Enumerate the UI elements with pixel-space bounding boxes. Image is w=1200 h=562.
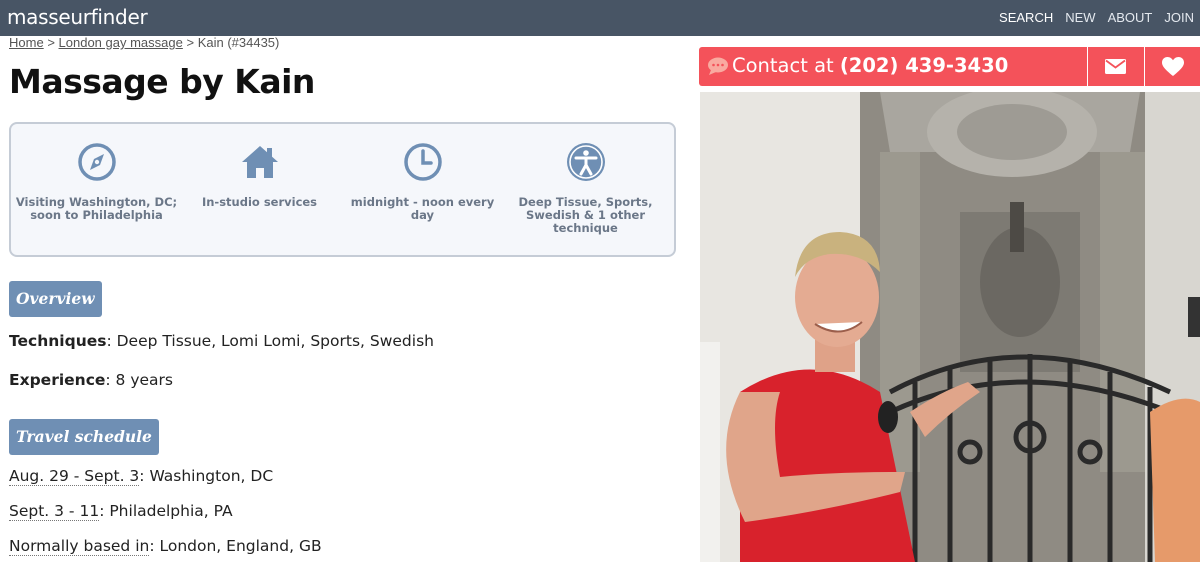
house-icon — [241, 146, 278, 178]
breadcrumb-current: Kain (#34435) — [197, 35, 280, 50]
top-bar: masseurfinder SEARCH NEW ABOUT JOIN — [0, 0, 1200, 36]
contact-phone-button[interactable]: Contact at (202) 439-3430 — [699, 47, 1087, 86]
accessibility-icon — [566, 143, 605, 181]
travel-dates: Aug. 29 - Sept. 3 — [9, 467, 140, 486]
travel-dates: Sept. 3 - 11 — [9, 502, 100, 521]
techniques-label: Techniques — [9, 332, 107, 350]
travel-item: Aug. 29 - Sept. 3: Washington, DC — [9, 467, 274, 486]
page-title: Massage by Kain — [9, 62, 315, 101]
breadcrumb-separator: > — [186, 35, 195, 50]
experience-label: Experience — [9, 371, 106, 389]
contact-bar: Contact at (202) 439-3430 — [699, 47, 1200, 86]
clock-icon — [403, 143, 442, 181]
breadcrumb: Home > London gay massage > Kain (#34435… — [9, 35, 279, 50]
techniques-value: : Deep Tissue, Lomi Lomi, Sports, Swedis… — [106, 332, 434, 350]
feature-studio: In-studio services — [177, 142, 342, 209]
feature-location: Visiting Washington, DC; soon to Philade… — [14, 142, 179, 222]
email-button[interactable] — [1087, 47, 1143, 86]
contact-prefix: Contact at — [732, 54, 834, 77]
site-logo[interactable]: masseurfinder — [7, 5, 148, 29]
contact-phone: (202) 439-3430 — [839, 54, 1009, 77]
nav-search[interactable]: SEARCH — [999, 10, 1053, 25]
heart-icon — [1161, 56, 1184, 76]
feature-studio-text: In-studio services — [201, 195, 318, 209]
favorite-button[interactable] — [1144, 47, 1200, 86]
profile-photo[interactable] — [700, 92, 1200, 562]
compass-icon — [77, 143, 116, 181]
breadcrumb-category-link[interactable]: London gay massage — [59, 35, 183, 50]
feature-location-text: Visiting Washington, DC; soon to Philade… — [15, 195, 178, 222]
feature-hours-text: midnight - noon every day — [350, 195, 495, 222]
based-in-value: : London, England, GB — [149, 537, 322, 555]
feature-hours: midnight - noon every day — [340, 142, 505, 222]
experience-line: Experience: 8 years — [9, 371, 173, 389]
contact-text: Contact at (202) 439-3430 — [732, 54, 1008, 77]
travel-schedule-label: Travel schedule — [9, 419, 159, 455]
techniques-line: Techniques: Deep Tissue, Lomi Lomi, Spor… — [9, 332, 434, 350]
profile-photo-illustration — [700, 92, 1200, 562]
top-nav: SEARCH NEW ABOUT JOIN — [999, 10, 1194, 25]
envelope-icon — [1105, 59, 1126, 74]
travel-place: : Washington, DC — [139, 467, 274, 485]
breadcrumb-home-link[interactable]: Home — [9, 35, 44, 50]
breadcrumb-separator: > — [47, 35, 55, 50]
chat-icon — [708, 57, 728, 75]
feature-techniques: Deep Tissue, Sports, Swedish & 1 other t… — [503, 142, 668, 235]
based-in-line: Normally based in: London, England, GB — [9, 537, 322, 556]
nav-join[interactable]: JOIN — [1164, 10, 1194, 25]
nav-about[interactable]: ABOUT — [1108, 10, 1153, 25]
travel-item: Sept. 3 - 11: Philadelphia, PA — [9, 502, 233, 521]
feature-techniques-text: Deep Tissue, Sports, Swedish & 1 other t… — [518, 195, 653, 235]
experience-value: : 8 years — [105, 371, 173, 389]
travel-place: : Philadelphia, PA — [99, 502, 233, 520]
overview-label: Overview — [9, 281, 102, 317]
nav-new[interactable]: NEW — [1065, 10, 1095, 25]
features-box: Visiting Washington, DC; soon to Philade… — [9, 122, 676, 257]
based-in-label: Normally based in — [9, 537, 150, 556]
